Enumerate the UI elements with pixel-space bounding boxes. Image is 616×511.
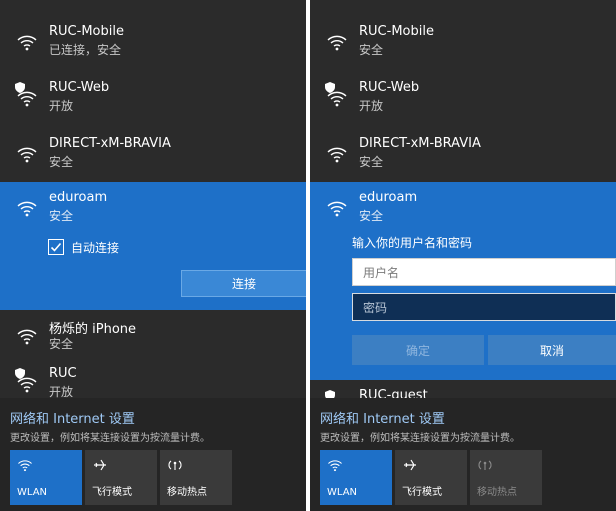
tile-label: 飞行模式	[92, 487, 132, 498]
wifi-icon	[17, 457, 33, 473]
network-name: DIRECT-xM-BRAVIA	[49, 136, 171, 151]
flyout-footer: 网络和 Internet 设置 更改设置，例如将某连接设置为按流量计费。 WLA…	[0, 398, 306, 511]
connect-button[interactable]: 连接	[181, 270, 306, 297]
tile-label: 飞行模式	[402, 487, 442, 498]
password-input[interactable]: 密码	[352, 293, 616, 321]
mobile-hotspot-tile[interactable]: 移动热点	[470, 450, 542, 505]
ok-button[interactable]: 确定	[352, 335, 484, 365]
airplane-mode-tile[interactable]: 飞行模式	[395, 450, 467, 505]
wifi-flyout-left: RUC-Mobile 已连接，安全 RUC-Web 开放 DIRECT-xM-B…	[0, 0, 306, 511]
airplane-icon	[404, 459, 416, 471]
network-settings-link[interactable]: 网络和 Internet 设置	[320, 408, 445, 427]
network-item-eduroam-expanded[interactable]: eduroam 安全 自动连接 连接	[0, 182, 306, 310]
auto-connect-label: 自动连接	[71, 240, 120, 255]
mobile-hotspot-tile[interactable]: 移动热点	[160, 450, 232, 505]
wifi-icon	[16, 197, 38, 219]
network-status: 安全	[359, 209, 384, 223]
wifi-icon	[326, 31, 348, 53]
network-item-direct-bravia[interactable]: DIRECT-xM-BRAVIA 安全	[0, 128, 306, 184]
cancel-button[interactable]: 取消	[488, 335, 616, 365]
hotspot-icon	[478, 460, 492, 470]
network-settings-description: 更改设置，例如将某连接设置为按流量计费。	[320, 433, 520, 444]
network-name: DIRECT-xM-BRAVIA	[359, 136, 481, 151]
airplane-icon	[94, 459, 106, 471]
shield-icon	[325, 82, 335, 93]
network-status: 已连接，安全	[49, 43, 122, 57]
wifi-icon	[16, 325, 38, 347]
shield-icon	[15, 82, 25, 93]
network-item-ruc-mobile[interactable]: RUC-Mobile 安全	[310, 16, 616, 72]
tile-label: 移动热点	[167, 487, 207, 498]
network-name: eduroam	[49, 190, 108, 205]
network-item-ruc-mobile[interactable]: RUC-Mobile 已连接，安全	[0, 16, 306, 72]
network-name: RUC-Web	[359, 80, 420, 95]
wifi-flyout-right: RUC-Mobile 安全 RUC-Web 开放 DIRECT-xM-BRAVI…	[310, 0, 616, 511]
wifi-icon	[326, 197, 348, 219]
wlan-toggle-tile[interactable]: WLAN	[320, 450, 392, 505]
network-status: 安全	[359, 155, 384, 169]
network-item-eduroam-expanded[interactable]: eduroam 安全 输入你的用户名和密码 用户名 密码 确定 取消	[310, 182, 616, 380]
tile-label: WLAN	[17, 487, 48, 498]
network-item-ruc-web[interactable]: RUC-Web 开放	[0, 72, 306, 128]
network-name: RUC-Mobile	[359, 24, 434, 39]
network-name: RUC-Mobile	[49, 24, 124, 39]
wifi-icon	[327, 457, 343, 473]
flyout-footer: 网络和 Internet 设置 更改设置，例如将某连接设置为按流量计费。 WLA…	[310, 398, 616, 511]
network-status: 安全	[359, 43, 384, 57]
network-status: 安全	[49, 337, 74, 351]
network-name: RUC-Web	[49, 80, 110, 95]
network-settings-link[interactable]: 网络和 Internet 设置	[10, 408, 135, 427]
network-status: 安全	[49, 155, 74, 169]
airplane-mode-tile[interactable]: 飞行模式	[85, 450, 157, 505]
network-status: 开放	[49, 99, 74, 113]
network-item-direct-bravia[interactable]: DIRECT-xM-BRAVIA 安全	[310, 128, 616, 184]
wlan-toggle-tile[interactable]: WLAN	[10, 450, 82, 505]
wifi-icon	[16, 31, 38, 53]
network-settings-description: 更改设置，例如将某连接设置为按流量计费。	[10, 433, 210, 444]
tile-label: WLAN	[327, 487, 358, 498]
network-item-ruc-web[interactable]: RUC-Web 开放	[310, 72, 616, 128]
network-status: 安全	[49, 209, 74, 223]
wifi-icon	[326, 143, 348, 165]
credentials-prompt: 输入你的用户名和密码	[352, 236, 473, 250]
auto-connect-checkbox[interactable]: 自动连接	[48, 238, 119, 256]
tile-label: 移动热点	[477, 487, 517, 498]
network-name: RUC	[49, 366, 77, 381]
hotspot-icon	[168, 460, 182, 470]
network-name: eduroam	[359, 190, 418, 205]
username-input[interactable]: 用户名	[352, 258, 616, 286]
network-status: 开放	[359, 99, 384, 113]
checkbox-checked-icon	[48, 239, 64, 255]
wifi-icon	[16, 143, 38, 165]
shield-icon	[15, 368, 25, 379]
